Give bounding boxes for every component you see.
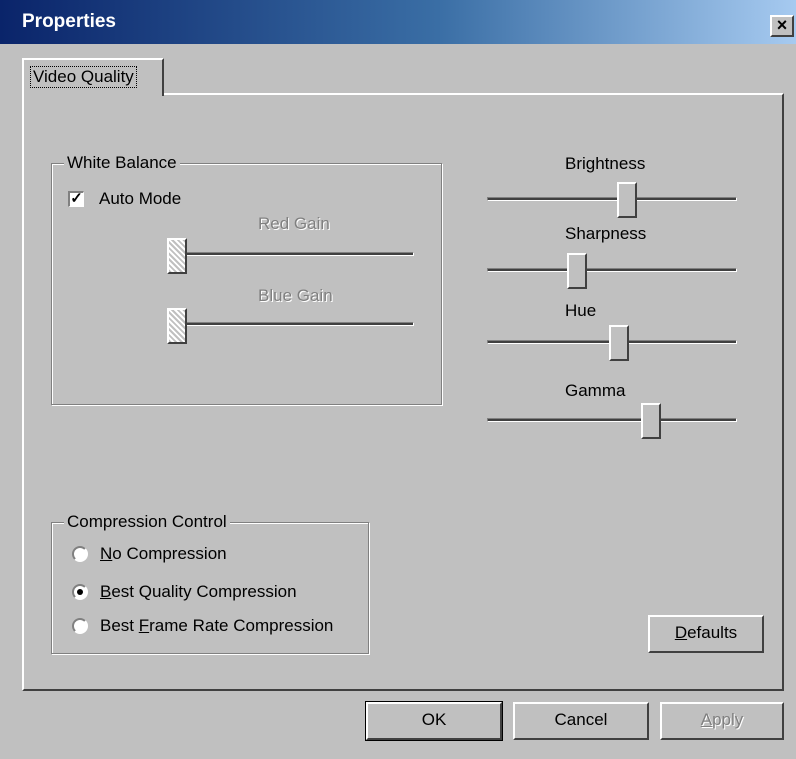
- title-bar: Properties ×: [0, 0, 796, 44]
- sharpness-label: Sharpness: [565, 224, 647, 243]
- cancel-button[interactable]: Cancel: [513, 702, 649, 740]
- brightness-label: Brightness: [565, 154, 646, 173]
- compression-control-legend: Compression Control: [64, 512, 230, 532]
- best-frame-rate-compression-label: Best Frame Rate Compression: [100, 616, 334, 635]
- auto-mode-checkbox[interactable]: ✓: [68, 191, 84, 207]
- tab-label: Video Quality: [30, 66, 137, 88]
- auto-mode-label: Auto Mode: [99, 189, 182, 208]
- gamma-slider[interactable]: [641, 403, 661, 439]
- title-bar-gradient: [0, 0, 796, 44]
- radio-selected-dot: [77, 589, 83, 595]
- blue-gain-label: Blue Gain: [258, 286, 333, 305]
- red-gain-slider[interactable]: [167, 238, 187, 274]
- close-icon: ×: [776, 15, 788, 35]
- defaults-button[interactable]: Defaults: [648, 615, 764, 653]
- hue-label: Hue: [565, 301, 597, 320]
- gamma-label: Gamma: [565, 381, 626, 400]
- brightness-track: [487, 197, 737, 201]
- hue-slider[interactable]: [609, 325, 629, 361]
- no-compression-radio[interactable]: [72, 546, 88, 562]
- red-gain-track: [167, 252, 414, 256]
- best-quality-compression-radio[interactable]: [72, 584, 88, 600]
- gamma-track: [487, 418, 737, 422]
- best-frame-rate-compression-radio[interactable]: [72, 618, 88, 634]
- blue-gain-track: [167, 322, 414, 326]
- brightness-slider[interactable]: [617, 182, 637, 218]
- apply-button[interactable]: Apply: [660, 702, 784, 740]
- blue-gain-slider[interactable]: [167, 308, 187, 344]
- sharpness-track: [487, 268, 737, 272]
- checkmark-icon: ✓: [70, 190, 83, 207]
- no-compression-label: No Compression: [100, 544, 227, 563]
- red-gain-label: Red Gain: [258, 214, 330, 233]
- tab-video-quality[interactable]: Video Quality: [22, 58, 164, 96]
- ok-button[interactable]: OK: [365, 701, 503, 741]
- close-button[interactable]: ×: [770, 15, 794, 37]
- best-quality-compression-label: Best Quality Compression: [100, 582, 297, 601]
- white-balance-legend: White Balance: [64, 153, 180, 173]
- window-title: Properties: [22, 11, 116, 32]
- sharpness-slider[interactable]: [567, 253, 587, 289]
